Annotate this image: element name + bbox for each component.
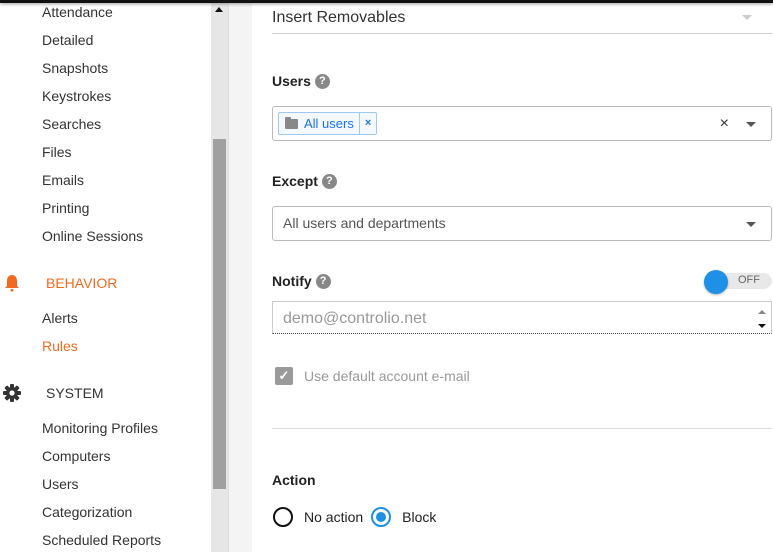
toggle-state: OFF [738,274,760,286]
use-default-email-label: Use default account e-mail [304,368,470,384]
except-label-text: Except [272,173,318,189]
sidebar-item-searches[interactable]: Searches [42,115,101,133]
notify-email-input[interactable]: demo@controlio.net [272,301,772,334]
toggle-knob[interactable] [704,270,728,294]
sidebar-section-label: SYSTEM [46,385,104,401]
radio-block[interactable] [371,507,392,527]
users-label-text: Users [272,73,311,89]
user-tag-label: All users [304,116,354,131]
except-label: Except ? [272,172,337,190]
except-select[interactable]: All users and departments [272,206,772,241]
sidebar-item-rules[interactable]: Rules [42,337,78,355]
use-default-email-checkbox[interactable]: ✓ [275,367,293,385]
action-label: Action [272,472,316,488]
chevron-down-icon[interactable] [746,122,756,127]
rule-type-value: Insert Removables [272,9,406,26]
sidebar-item-users[interactable]: Users [42,475,79,493]
user-tag: All users × [278,112,378,135]
chevron-down-icon [742,15,752,20]
sidebar-section-system[interactable]: SYSTEM [0,381,211,405]
help-icon[interactable]: ? [321,173,337,189]
rule-type-select[interactable]: Insert Removables [272,3,772,34]
gear-icon [2,383,22,403]
sidebar-item-keystrokes[interactable]: Keystrokes [42,87,111,105]
users-select[interactable]: All users × × [272,106,772,141]
use-default-email-row[interactable]: ✓ Use default account e-mail [275,367,470,385]
sidebar-scrollbar[interactable] [211,0,228,552]
sidebar-item-detailed[interactable]: Detailed [42,31,93,49]
sidebar-item-attendance[interactable]: Attendance [42,3,113,21]
radio-no-action[interactable] [273,507,293,527]
sidebar-item-online-sessions[interactable]: Online Sessions [42,227,143,245]
radio-no-action-label[interactable]: No action [304,509,363,525]
notify-label-text: Notify [272,273,312,289]
notify-label: Notify ? [272,272,331,290]
help-icon[interactable]: ? [314,73,330,89]
except-placeholder: All users and departments [283,215,446,231]
sidebar-section-behavior[interactable]: BEHAVIOR [0,271,211,295]
clear-selection-button[interactable]: × [720,115,729,133]
sidebar-item-snapshots[interactable]: Snapshots [42,59,108,77]
spin-down-icon[interactable] [758,324,766,328]
email-value: demo@controlio.net [283,310,427,327]
sidebar-item-alerts[interactable]: Alerts [42,309,78,327]
help-icon[interactable]: ? [315,273,331,289]
sidebar-item-scheduled-reports[interactable]: Scheduled Reports [42,531,161,549]
sidebar: Attendance Detailed Snapshots Keystrokes… [0,0,211,552]
sidebar-item-emails[interactable]: Emails [42,171,84,189]
rule-form: Insert Removables Users ? All users × × … [252,0,773,552]
folder-icon [285,116,298,129]
spin-up-icon[interactable] [758,310,766,314]
bell-icon [2,273,22,293]
remove-tag-button[interactable]: × [358,113,376,134]
sidebar-item-categorization[interactable]: Categorization [42,503,132,521]
divider [272,428,772,429]
radio-block-label[interactable]: Block [402,509,436,525]
sidebar-item-computers[interactable]: Computers [42,447,110,465]
notify-toggle[interactable]: OFF [704,270,772,294]
sidebar-section-label: BEHAVIOR [46,275,118,291]
sidebar-item-printing[interactable]: Printing [42,199,89,217]
scroll-up-arrow-icon[interactable] [215,7,223,12]
action-radio-group: No action Block [273,507,444,527]
sidebar-item-monitoring-profiles[interactable]: Monitoring Profiles [42,419,158,437]
sidebar-item-files[interactable]: Files [42,143,72,161]
chevron-down-icon[interactable] [746,222,756,227]
panel-gutter [228,0,252,552]
users-label: Users ? [272,72,330,90]
top-shadow-bar [0,0,773,3]
scrollbar-thumb[interactable] [213,139,226,489]
